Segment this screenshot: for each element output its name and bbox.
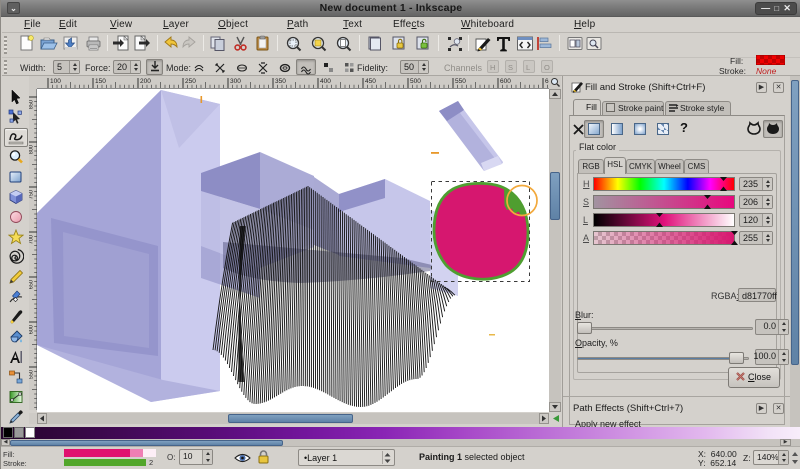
svg-text:250: 250 <box>185 78 196 85</box>
svg-text:750: 750 <box>29 190 35 199</box>
svg-text:200: 200 <box>140 78 151 85</box>
svg-text:700: 700 <box>29 235 35 244</box>
svg-text:150: 150 <box>95 78 106 85</box>
svg-text:550: 550 <box>455 78 466 85</box>
svg-text:300: 300 <box>230 78 241 85</box>
svg-text:500: 500 <box>410 78 421 85</box>
svg-text:850: 850 <box>29 100 35 109</box>
svg-text:600: 600 <box>29 325 35 334</box>
svg-text:550: 550 <box>29 370 35 379</box>
svg-text:800: 800 <box>29 145 35 154</box>
svg-text:650: 650 <box>29 280 35 289</box>
svg-text:450: 450 <box>365 78 376 85</box>
svg-text:400: 400 <box>320 78 331 85</box>
svg-text:100: 100 <box>50 78 61 85</box>
svg-text:600: 600 <box>500 78 511 85</box>
svg-text:350: 350 <box>275 78 286 85</box>
